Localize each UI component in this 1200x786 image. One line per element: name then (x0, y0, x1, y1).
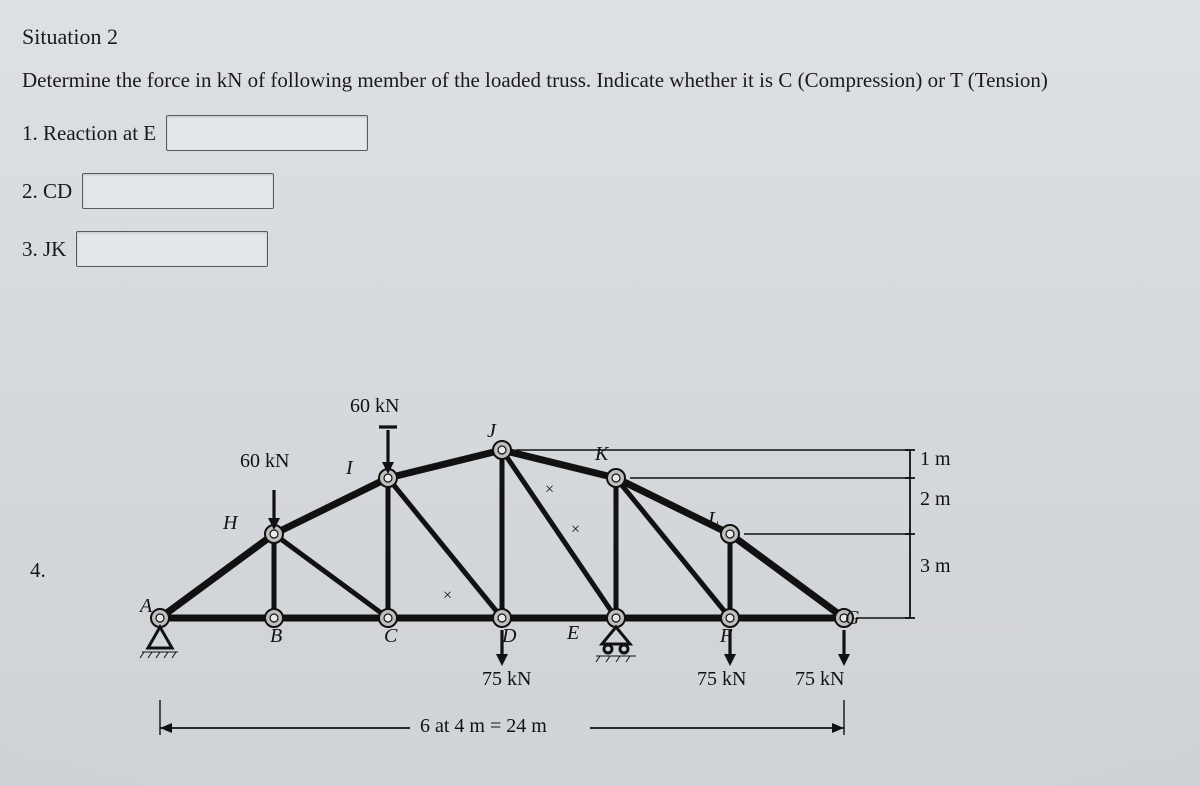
member-LG (730, 534, 844, 618)
question-2-label: 2. CD (22, 179, 72, 204)
load-label-F: 75 kN (697, 668, 746, 691)
support-pin-A (140, 627, 178, 658)
question-2-row: 2. CD (22, 173, 1200, 209)
member-HI (274, 478, 388, 534)
node-label-F: F (720, 625, 732, 648)
question-3-label: 3. JK (22, 237, 66, 262)
node-label-L: L (708, 508, 719, 531)
dim-label-2m: 2 m (920, 488, 951, 511)
x-mark-1: × (544, 481, 555, 498)
truss-figure: 60 kN 60 kN H I J K L A B C D E F G 75 k… (130, 400, 960, 770)
situation-title: Situation 2 (22, 24, 1200, 50)
load-label-G: 75 kN (795, 668, 844, 691)
answer-blank-1[interactable] (166, 115, 368, 151)
member-KF (616, 478, 730, 618)
x-mark-2: × (570, 521, 581, 538)
member-IJ (388, 450, 502, 478)
load-label-I: 60 kN (350, 395, 399, 418)
member-HC (274, 534, 388, 618)
question-1-row: 1. Reaction at E (22, 115, 1200, 151)
problem-prompt: Determine the force in kN of following m… (22, 68, 1200, 93)
node-label-K: K (595, 443, 608, 466)
node-label-H: H (223, 512, 237, 535)
dim-label-1m: 1 m (920, 448, 951, 471)
load-arrow-H (268, 490, 280, 530)
node-label-C: C (384, 625, 397, 648)
answer-blank-3[interactable] (76, 231, 268, 267)
question-1-label: 1. Reaction at E (22, 121, 156, 146)
question-3-row: 3. JK (22, 231, 1200, 267)
answer-blank-2[interactable] (82, 173, 274, 209)
support-roller-E (596, 627, 636, 662)
question-4-label: 4. (30, 558, 46, 583)
dim-label-span: 6 at 4 m = 24 m (420, 715, 547, 738)
node-label-J: J (487, 420, 496, 443)
node-label-E: E (567, 622, 579, 645)
x-mark-3: × (442, 587, 453, 604)
load-label-D: 75 kN (482, 668, 531, 691)
node-label-A: A (140, 595, 152, 618)
load-label-H: 60 kN (240, 450, 289, 473)
node-label-B: B (270, 625, 282, 648)
node-label-D: D (502, 625, 516, 648)
member-AH (160, 534, 274, 618)
dim-label-3m: 3 m (920, 555, 951, 578)
load-arrow-I (379, 427, 397, 474)
load-arrow-G (838, 630, 850, 666)
node-label-G: G (845, 607, 859, 630)
node-label-I: I (346, 457, 353, 480)
